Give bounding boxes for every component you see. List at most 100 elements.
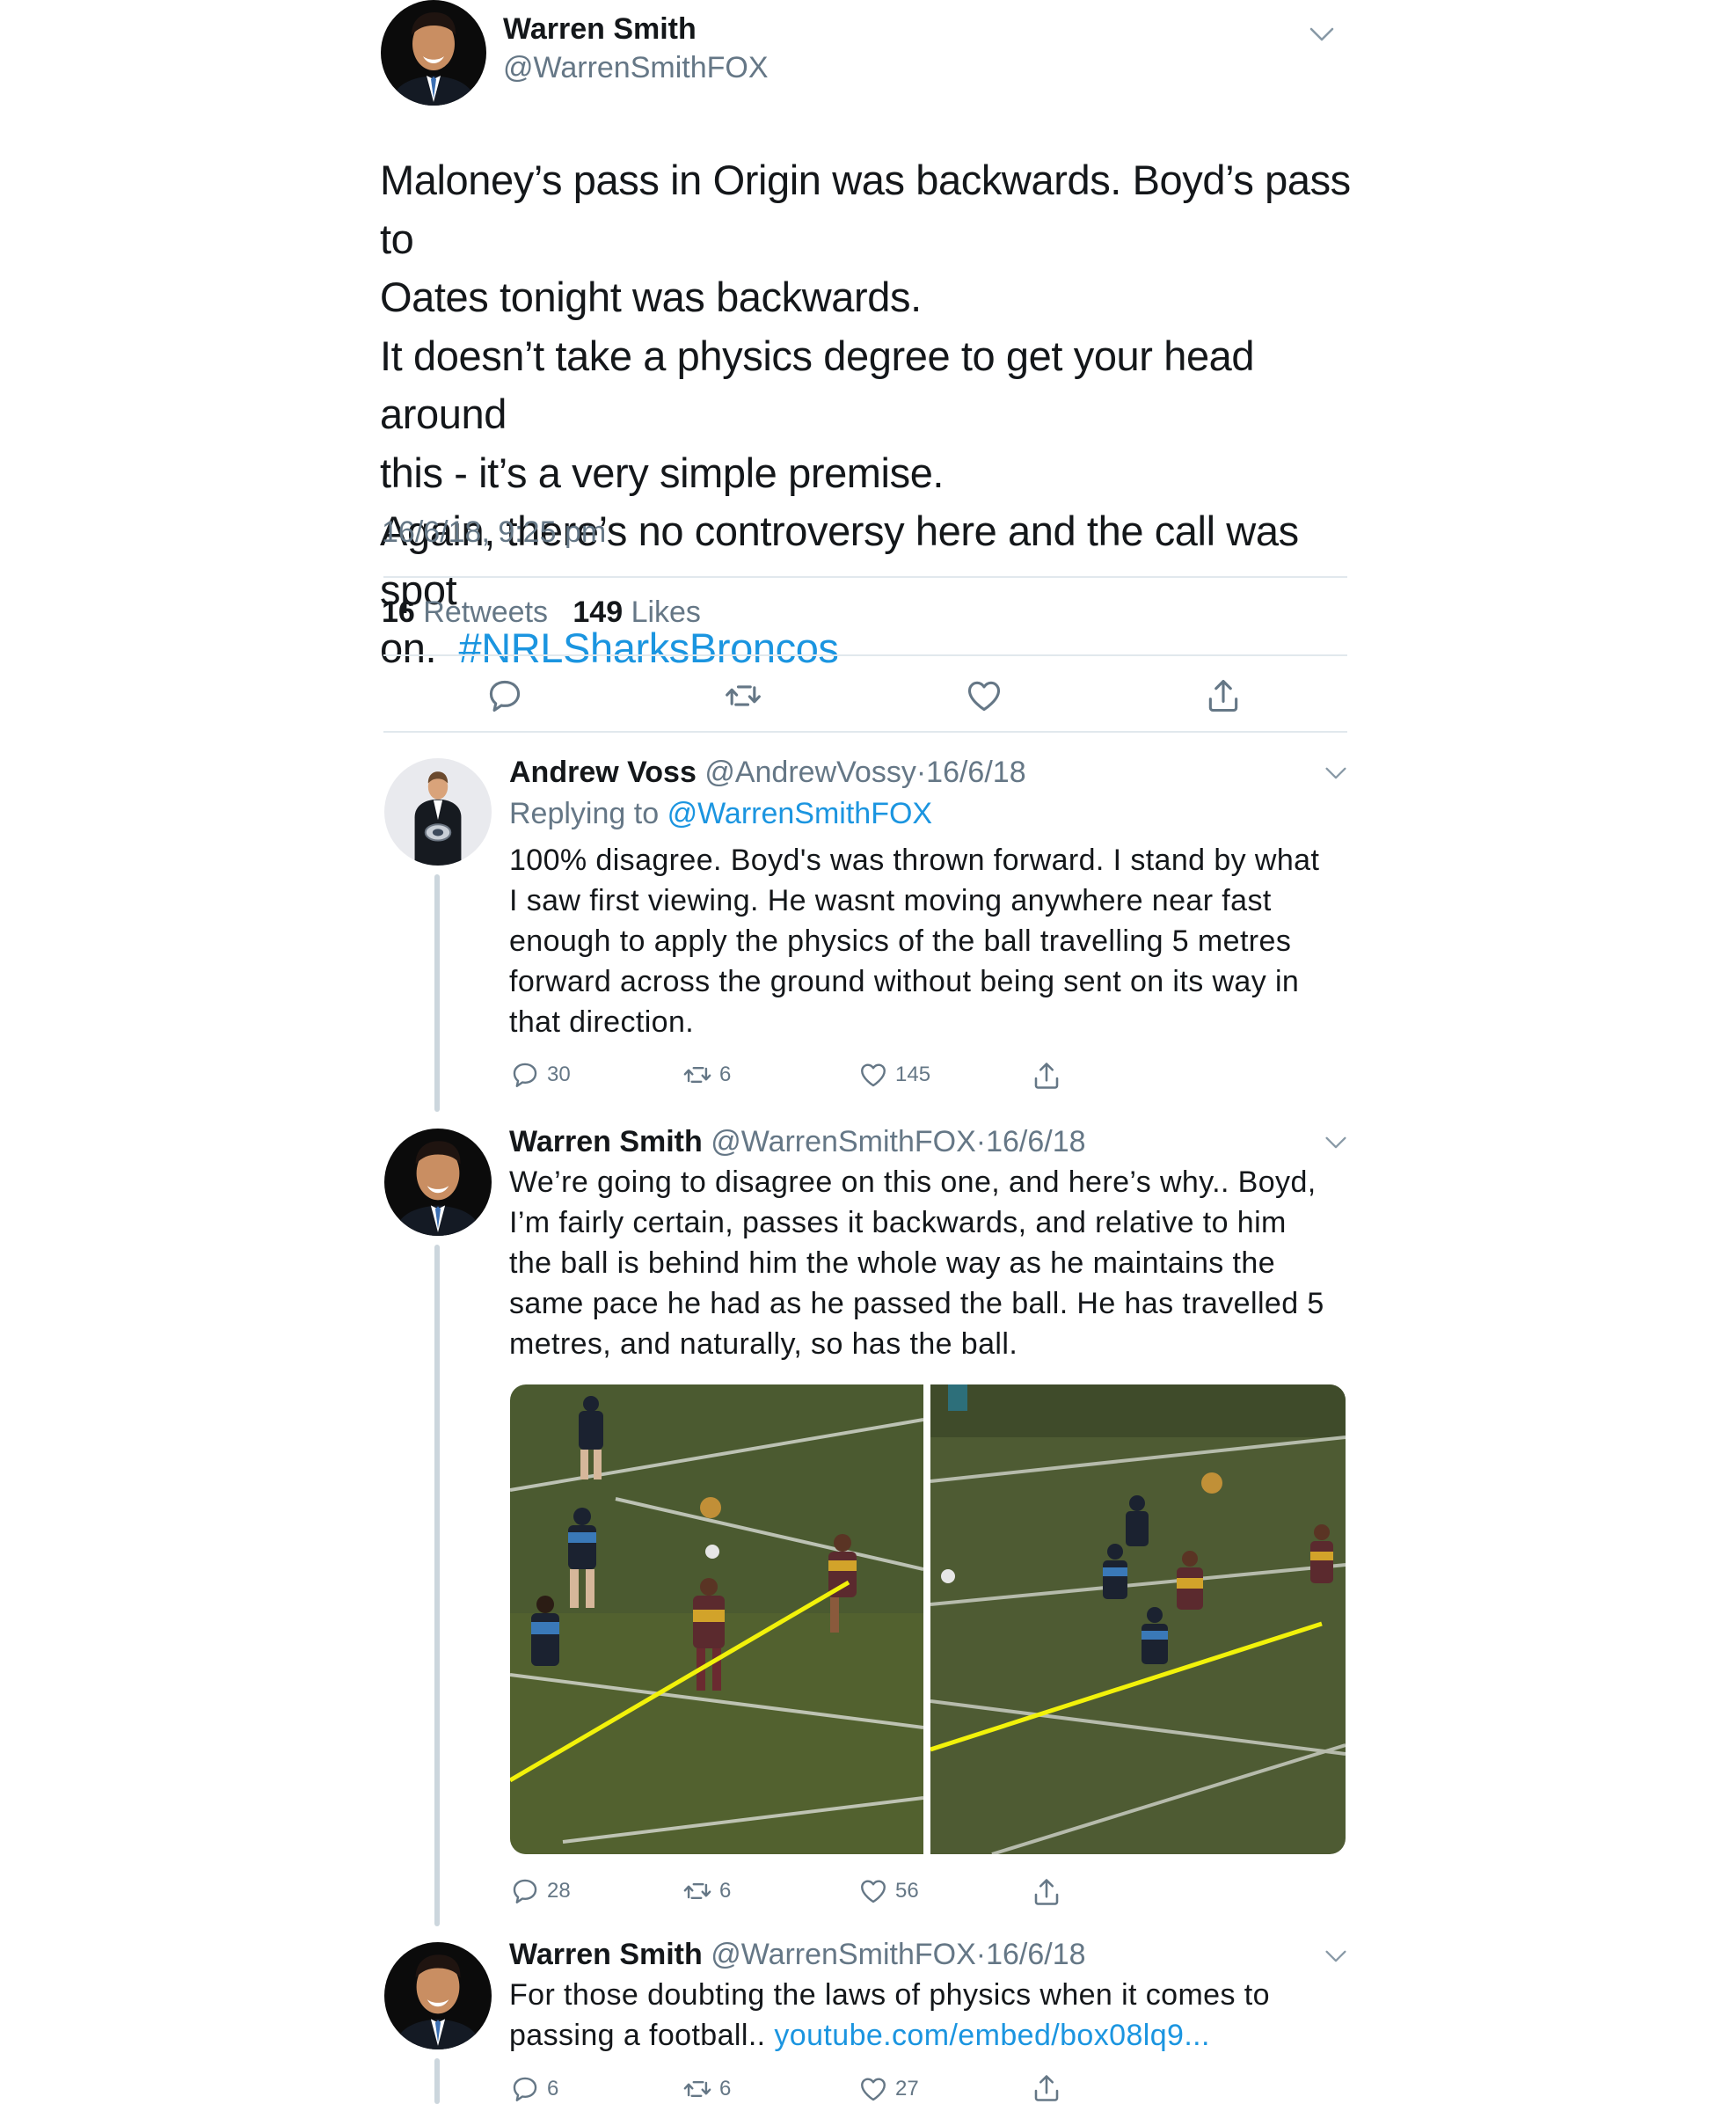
- reply-date[interactable]: 16/6/18: [926, 756, 1025, 789]
- divider: [383, 654, 1347, 656]
- share-action[interactable]: [1031, 1060, 1062, 1092]
- tweet-text-line: Maloney’s pass in Origin was backwards. …: [380, 157, 1351, 262]
- like-icon[interactable]: [965, 676, 1003, 715]
- like-icon: [858, 1060, 888, 1090]
- author-handle[interactable]: @WarrenSmithFOX: [711, 1125, 976, 1158]
- engagement-stats: 16 Retweets 149 Likes: [382, 595, 701, 630]
- tweet-text-line: It doesn’t take a physics degree to get …: [380, 332, 1255, 438]
- chevron-down-icon[interactable]: [1309, 26, 1335, 42]
- retweet-label: Retweets: [423, 595, 549, 629]
- separator: ·: [915, 756, 927, 789]
- retweet-icon: [682, 1060, 712, 1090]
- share-icon: [1031, 2072, 1062, 2104]
- author-handle[interactable]: @AndrewVossy: [704, 756, 916, 789]
- author-handle[interactable]: @WarrenSmithFOX: [711, 1938, 976, 1971]
- share-icon: [1031, 1060, 1062, 1092]
- reply-count: 6: [547, 2077, 559, 2100]
- author-name[interactable]: Warren Smith: [509, 1938, 703, 1971]
- like-action[interactable]: 27: [858, 2074, 919, 2104]
- like-stat[interactable]: 149 Likes: [573, 595, 701, 629]
- like-count: 56: [895, 1879, 919, 1903]
- avatar-warren-smith[interactable]: [384, 1942, 492, 2049]
- tweet-text-line: this - it’s a very simple premise.: [380, 449, 945, 496]
- reply-text-line: the ball is behind him the whole way as …: [509, 1246, 1276, 1280]
- thread-line: [434, 2058, 440, 2104]
- reply-text-line: 100% disagree. Boyd's was thrown forward…: [509, 844, 1320, 877]
- retweet-stat[interactable]: 16 Retweets: [382, 595, 556, 629]
- share-icon[interactable]: [1204, 676, 1243, 715]
- chevron-down-icon[interactable]: [1324, 1136, 1347, 1150]
- retweet-count: 6: [719, 2077, 732, 2100]
- reply-text-line: We’re going to disagree on this one, and…: [509, 1165, 1317, 1199]
- reply-text-line: metres, and naturally, so has the ball.: [509, 1327, 1018, 1361]
- like-label: Likes: [631, 595, 701, 629]
- tweet-text-fragment: on.: [380, 625, 437, 671]
- retweet-count: 6: [719, 1879, 732, 1903]
- avatar-image: [384, 1942, 492, 2049]
- share-action[interactable]: [1031, 1876, 1062, 1908]
- avatar-image: [384, 1129, 492, 1236]
- reply-action[interactable]: 28: [510, 1876, 571, 1906]
- youtube-link[interactable]: youtube.com/embed/box08lq9...: [774, 2019, 1209, 2052]
- reply-text-line: same pace he had as he passed the ball. …: [509, 1287, 1324, 1320]
- tweet-text-line: Oates tonight was backwards.: [380, 274, 922, 320]
- divider: [383, 731, 1347, 733]
- replying-handle-link[interactable]: @WarrenSmithFOX: [667, 797, 933, 830]
- reply-text-line: that direction.: [509, 1005, 695, 1039]
- reply-icon[interactable]: [485, 676, 524, 715]
- like-count: 149: [573, 595, 624, 629]
- reply-header: Andrew Voss @AndrewVossy·16/6/18: [509, 756, 1026, 790]
- author-name[interactable]: Andrew Voss: [509, 756, 697, 789]
- tweet-timestamp[interactable]: 16/6/18, 9:25 pm: [382, 515, 606, 550]
- retweet-action[interactable]: 6: [682, 2074, 731, 2104]
- author-name[interactable]: Warren Smith: [509, 1125, 703, 1158]
- media-image-1[interactable]: [510, 1384, 923, 1854]
- reply-text-fragment: passing a football..: [509, 2019, 766, 2052]
- author-name[interactable]: Warren Smith: [503, 12, 697, 47]
- replying-prefix: Replying to: [509, 797, 660, 830]
- reply-text-line: enough to apply the physics of the ball …: [509, 924, 1292, 958]
- reply-date[interactable]: 16/6/18: [986, 1125, 1085, 1158]
- reply-icon: [510, 1876, 540, 1906]
- avatar-image: [381, 0, 486, 106]
- like-count: 27: [895, 2077, 919, 2100]
- reply-text-line: I saw first viewing. He wasnt moving any…: [509, 884, 1272, 917]
- reply-count: 30: [547, 1063, 571, 1086]
- share-icon: [1031, 1876, 1062, 1908]
- reply-text: For those doubting the laws of physics w…: [509, 1975, 1353, 2056]
- like-count: 145: [895, 1063, 931, 1086]
- author-handle[interactable]: @WarrenSmithFOX: [503, 51, 769, 85]
- retweet-icon[interactable]: [724, 676, 762, 715]
- avatar-andrew-voss[interactable]: [384, 758, 492, 866]
- reply-text-line: For those doubting the laws of physics w…: [509, 1978, 1270, 2012]
- like-icon: [858, 1876, 888, 1906]
- media-image-2[interactable]: [930, 1384, 1346, 1854]
- reply-date[interactable]: 16/6/18: [986, 1938, 1085, 1971]
- chevron-down-icon[interactable]: [1324, 766, 1347, 780]
- reply-count: 28: [547, 1879, 571, 1903]
- retweet-icon: [682, 1876, 712, 1906]
- reply-icon: [510, 2074, 540, 2104]
- divider: [383, 576, 1347, 578]
- retweet-action[interactable]: 6: [682, 1876, 731, 1906]
- thread-line: [434, 874, 440, 1112]
- share-action[interactable]: [1031, 2072, 1062, 2104]
- reply-text: 100% disagree. Boyd's was thrown forward…: [509, 840, 1353, 1042]
- avatar-warren-smith[interactable]: [381, 0, 486, 106]
- reply-text-line: forward across the ground without being …: [509, 965, 1300, 998]
- like-action[interactable]: 145: [858, 1060, 930, 1090]
- avatar-warren-smith[interactable]: [384, 1129, 492, 1236]
- retweet-icon: [682, 2074, 712, 2104]
- replying-to: Replying to @WarrenSmithFOX: [509, 797, 932, 831]
- hashtag-link[interactable]: #NRLSharksBroncos: [458, 625, 838, 671]
- retweet-count: 6: [719, 1063, 732, 1086]
- chevron-down-icon[interactable]: [1324, 1949, 1347, 1963]
- thread-line: [434, 1245, 440, 1926]
- reply-action[interactable]: 30: [510, 1060, 571, 1090]
- avatar-image: [384, 758, 492, 866]
- like-action[interactable]: 56: [858, 1876, 919, 1906]
- like-icon: [858, 2074, 888, 2104]
- reply-action[interactable]: 6: [510, 2074, 558, 2104]
- reply-header: Warren Smith @WarrenSmithFOX·16/6/18: [509, 1938, 1086, 1972]
- retweet-action[interactable]: 6: [682, 1060, 731, 1090]
